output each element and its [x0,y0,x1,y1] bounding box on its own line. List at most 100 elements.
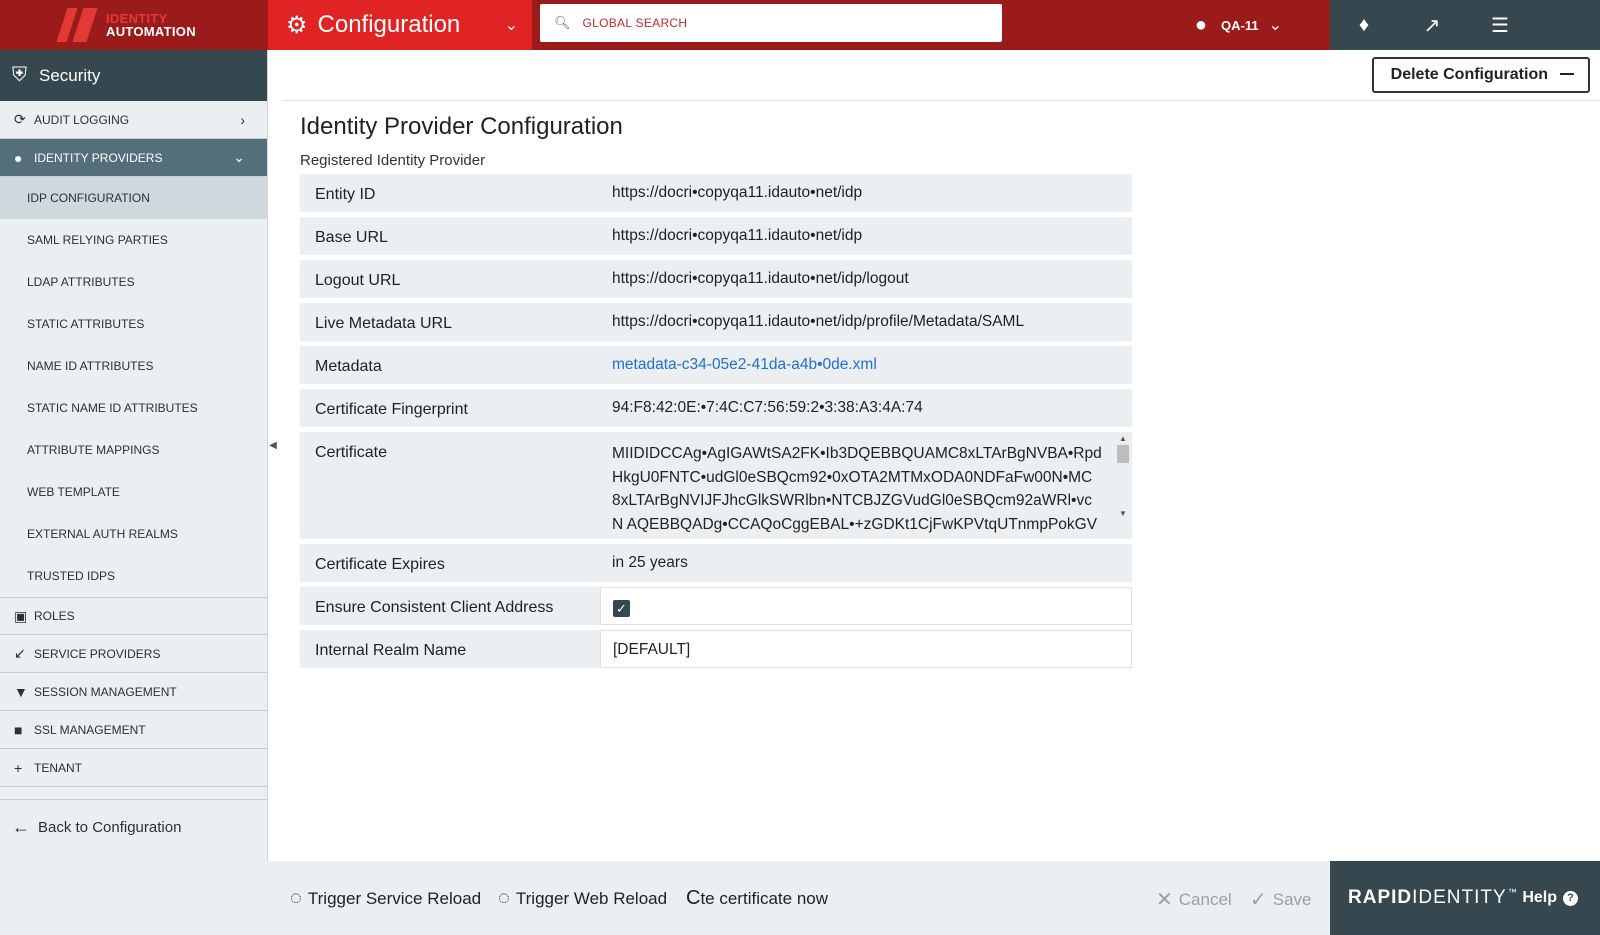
chevron-down-icon: ⌄ [1268,17,1282,34]
add-group-icon: + [14,759,23,776]
list-icon[interactable]: ☰ [1466,13,1534,38]
back-to-configuration-link[interactable]: ← Back to Configuration [0,799,267,855]
sidebar-subitem-static-attributes[interactable]: STATIC ATTRIBUTES [0,303,267,345]
id-card-icon: ▣ [14,607,28,624]
back-link-label: Back to Configuration [38,819,182,836]
cancel-label: Cancel [1178,889,1232,909]
sidebar-subitem-name-id-attributes[interactable]: NAME ID ATTRIBUTES [0,345,267,387]
brand-identity: IDENTITY [1412,887,1507,908]
sidebar-subitem-saml-relying-parties[interactable]: SAML RELYING PARTIES [0,219,267,261]
base-url-value: https://docri•copyqa11.idauto•net/idp [600,217,1132,255]
check-icon: ✓ [1250,889,1267,911]
lock-icon: ■ [14,721,23,738]
field-row-certificate-fingerprint: Certificate Fingerprint 94:F8:42:0E:•7:4… [300,389,1132,427]
metadata-download-link[interactable]: metadata-c34-05e2-41da-a4b•0de.xml [612,356,877,373]
sidebar-item-ssl-management[interactable]: ■ SSL MANAGEMENT [0,711,267,749]
sidebar-item-label: SSL MANAGEMENT [34,722,146,737]
field-label: Base URL [300,217,600,255]
idp-config-form: Entity ID https://docri•copyqa11.idauto•… [300,174,1132,673]
consistent-client-address-checkbox[interactable]: ✓ [613,600,630,617]
sidebar-item-audit-logging[interactable]: ⟳ AUDIT LOGGING › [0,101,267,139]
certificate-text: MIIDIDCCAg•AgIGAWtSA2FK•Ib3DQEBBQUAMC8xL… [612,445,1102,533]
gear-icon: ⚙ [286,11,308,39]
bell-icon[interactable]: ♦ [1330,14,1398,37]
main-content: Delete Configuration Identity Provider C… [282,50,1600,861]
field-row-certificate: Certificate MIIDIDCCAg•AgIGAWtSA2FK•Ib3D… [300,432,1132,539]
search-icon: 🔍︎ [554,15,571,30]
question-icon: ? [1563,890,1578,906]
scroll-up-icon[interactable]: ▲ [1116,434,1130,443]
save-button[interactable]: ✓ Save [1250,887,1312,912]
brand-panel: RAPIDIDENTITY™ Help ? [1330,861,1600,935]
brand-logo: RAPIDIDENTITY™ [1348,887,1517,909]
certificate-textarea[interactable]: MIIDIDCCAg•AgIGAWtSA2FK•Ib3DQEBBQUAMC8xL… [600,432,1132,539]
field-row-base-url: Base URL https://docri•copyqa11.idauto•n… [300,217,1132,255]
sidebar-subitem-idp-configuration[interactable]: IDP CONFIGURATION [0,177,267,219]
sidebar-item-service-providers[interactable]: ↙ SERVICE PROVIDERS [0,635,267,673]
scroll-thumb[interactable] [1117,445,1129,463]
help-label: Help [1522,889,1557,906]
top-icons: ♦ ↗ ☰ [1330,0,1600,50]
field-label: Internal Realm Name [300,630,600,668]
sidebar-collapse-icon[interactable]: ◀ [268,440,278,451]
sidebar-subitem-external-auth-realms[interactable]: EXTERNAL AUTH REALMS [0,513,267,555]
delete-configuration-button[interactable]: Delete Configuration [1371,57,1590,93]
field-row-logout-url: Logout URL https://docri•copyqa11.idauto… [300,260,1132,298]
section-label: Registered Identity Provider [300,152,486,169]
sidebar-item-identity-providers[interactable]: ● IDENTITY PROVIDERS ⌄ [0,139,267,177]
sidebar-subitem-web-template[interactable]: WEB TEMPLATE [0,471,267,513]
field-row-entity-id: Entity ID https://docri•copyqa11.idauto•… [300,174,1132,212]
user-menu[interactable]: ● QA-11 ⌄ [1195,0,1330,50]
trend-icon[interactable]: ↗ [1398,13,1466,38]
trigger-web-reload-label: Trigger Web Reload [515,888,668,908]
arrow-down-left-icon: ↙ [14,645,26,661]
shield-icon: ⛨ [12,64,27,86]
field-label: Certificate Fingerprint [300,389,600,427]
field-label: Certificate Expires [300,544,600,582]
app-title: Configuration [317,11,461,38]
scroll-down-icon[interactable]: ▼ [1116,509,1130,518]
help-button[interactable]: Help ? [1522,889,1578,907]
field-row-metadata: Metadata metadata-c34-05e2-41da-a4b•0de.… [300,346,1132,384]
rotate-certificate-button[interactable]: C te certificate now [686,887,828,910]
sidebar-item-label: TENANT [34,760,82,775]
trigger-service-reload-label: Trigger Service Reload [307,888,482,908]
reload-icon: ◌ [290,887,302,909]
delete-button-label: Delete Configuration [1390,66,1548,83]
internal-realm-name-value[interactable]: [DEFAULT] [600,630,1132,668]
logo-mark-icon [56,8,102,42]
global-search[interactable]: 🔍︎ [540,4,1002,42]
field-label: Certificate [300,432,600,539]
sidebar-item-label: IDENTITY PROVIDERS [34,150,163,165]
app-switcher[interactable]: ⚙ Configuration ⌄ [268,0,532,50]
sidebar-item-roles[interactable]: ▣ ROLES [0,597,267,635]
trigger-web-reload-button[interactable]: ◌ Trigger Web Reload [498,887,667,910]
field-row-consistent-client-address: Ensure Consistent Client Address ✓ [300,587,1132,625]
sidebar-item-label: SESSION MANAGEMENT [34,684,177,699]
live-metadata-url-value: https://docri•copyqa11.idauto•net/idp/pr… [600,303,1132,341]
sidebar-subitem-static-name-id-attributes[interactable]: STATIC NAME ID ATTRIBUTES [0,387,267,429]
sidebar-item-tenant[interactable]: + TENANT [0,749,267,787]
arrow-left-icon: ← [12,817,30,837]
field-row-internal-realm-name: Internal Realm Name [DEFAULT] [300,630,1132,668]
sidebar-item-session-management[interactable]: ▼ SESSION MANAGEMENT [0,673,267,711]
entity-id-value: https://docri•copyqa11.idauto•net/idp [600,174,1132,212]
company-logo[interactable]: IDENTITY AUTOMATION [0,0,268,50]
chevron-right-icon: › [240,111,245,128]
identity-providers-submenu: IDP CONFIGURATION SAML RELYING PARTIES L… [0,177,267,597]
sidebar-section-header: ⛨ Security [0,50,267,101]
sidebar: ⛨ Security ⟳ AUDIT LOGGING › ● IDENTITY … [0,50,268,861]
sync-icon: ⟳ [14,111,26,127]
rotate-icon: C [686,887,701,909]
cancel-button[interactable]: ✕ Cancel [1156,887,1232,912]
sidebar-subitem-ldap-attributes[interactable]: LDAP ATTRIBUTES [0,261,267,303]
trigger-service-reload-button[interactable]: ◌ Trigger Service Reload [290,887,481,910]
sidebar-subitem-attribute-mappings[interactable]: ATTRIBUTE MAPPINGS [0,429,267,471]
footer-bar: ◌ Trigger Service Reload ◌ Trigger Web R… [0,861,1600,935]
sidebar-subitem-trusted-idps[interactable]: TRUSTED IDPS [0,555,267,597]
top-bar: IDENTITY AUTOMATION ⚙ Configuration ⌄ 🔍︎… [0,0,1600,50]
consistent-client-address-cell: ✓ [600,587,1132,625]
certificate-scrollbar[interactable]: ▲ ▼ [1116,434,1130,534]
field-label: Ensure Consistent Client Address [300,587,600,625]
search-input[interactable] [582,16,963,30]
